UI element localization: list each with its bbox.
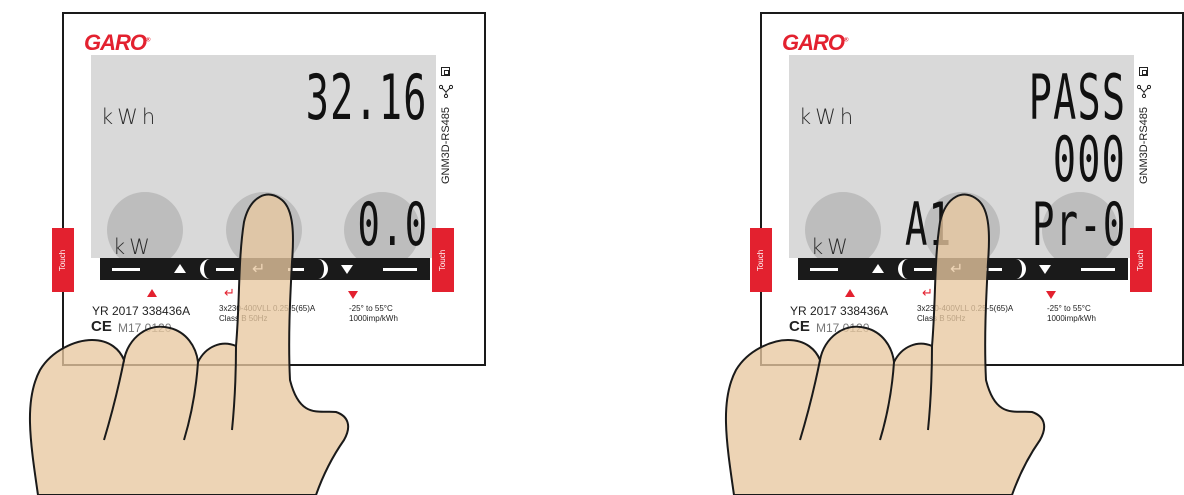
network-icon [439,84,453,98]
square-icon [1139,67,1148,76]
power-value: 0.0 [357,190,428,260]
network-icon [1137,84,1151,98]
touch-label-right: Touch [1130,228,1152,292]
square-icon [441,67,450,76]
hand-pointer-icon [29,193,350,495]
password-value: 000 [1052,123,1126,196]
model-label: GNM3D-RS485 [1138,106,1150,184]
hand-pointer-icon [725,193,1046,495]
model-label: GNM3D-RS485 [440,106,452,184]
touch-label-right: Touch [432,228,454,292]
